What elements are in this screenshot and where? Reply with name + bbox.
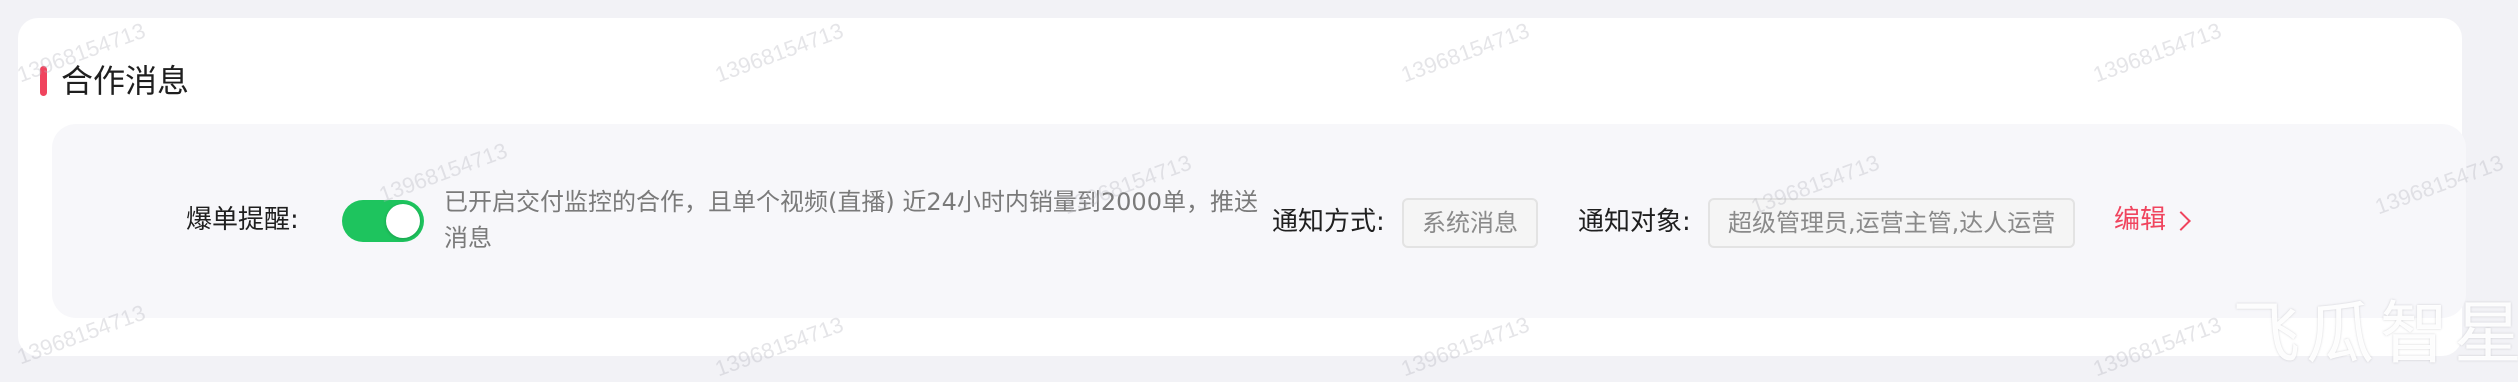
reminder-toggle[interactable] — [342, 200, 424, 242]
notify-target-tag: 超级管理员,运营主管,达人运营 — [1708, 198, 2076, 248]
section-title: 合作消息 — [61, 62, 190, 100]
section-marker — [40, 66, 47, 96]
reminder-row: 爆单提醒: 已开启交付监控的合作，且单个视频(直播) 近24小时内销量到2000… — [52, 124, 2466, 318]
reminder-description: 已开启交付监控的合作，且单个视频(直播) 近24小时内销量到2000单，推送消息 — [444, 188, 1258, 252]
edit-link[interactable]: 编辑 — [2114, 200, 2191, 240]
toggle-knob — [386, 204, 420, 238]
brand-logo: 飞瓜智星 — [2232, 295, 2518, 374]
notify-method-label: 通知方式: — [1272, 207, 1385, 237]
edit-label: 编辑 — [2114, 205, 2167, 235]
section-header: 合作消息 — [40, 58, 189, 104]
reminder-label: 爆单提醒: — [186, 205, 299, 235]
chevron-right-icon — [2171, 211, 2191, 231]
notify-method-tag: 系统消息 — [1402, 198, 1538, 248]
settings-panel: 爆单提醒: 已开启交付监控的合作，且单个视频(直播) 近24小时内销量到2000… — [52, 124, 2466, 318]
notify-target-label: 通知对象: — [1578, 207, 1691, 237]
